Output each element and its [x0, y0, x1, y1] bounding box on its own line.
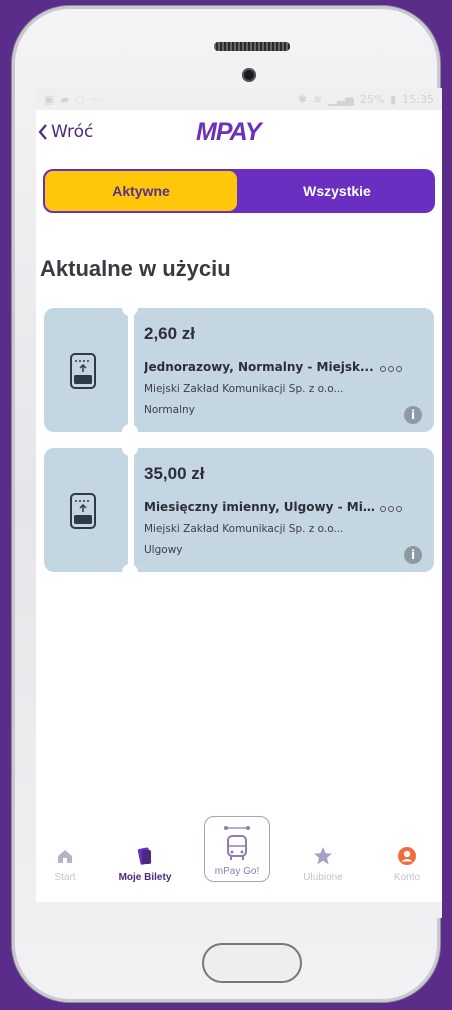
- bottom-tab-bar: Start Moje Bilety mPay Go! Ulubione Kont…: [36, 808, 442, 902]
- ticket-company: Miejski Zakład Komunikacji Sp. z o.o...: [144, 523, 344, 535]
- tab-start[interactable]: Start: [36, 808, 100, 898]
- ticket-icon: [70, 493, 96, 529]
- mpay-logo: MPAY: [196, 118, 262, 146]
- speaker-grille: [214, 42, 290, 51]
- ticket-stub: [44, 308, 128, 432]
- system-nav-strip: [36, 902, 442, 918]
- message-icon: ◌: [74, 92, 85, 106]
- ticket-company: Miejski Zakład Komunikacji Sp. z o.o...: [144, 383, 344, 395]
- tab-my-tickets[interactable]: Moje Bilety: [110, 808, 180, 898]
- tab-favorites[interactable]: Ulubione: [288, 808, 358, 898]
- home-icon: [58, 850, 72, 863]
- tickets-icon: [137, 847, 152, 865]
- tab-label: Start: [54, 872, 76, 883]
- ticket-type: Normalny: [144, 404, 195, 416]
- tab-all-tickets[interactable]: Wszystkie: [239, 169, 435, 213]
- ticket-card[interactable]: 35,00 zł Miesięczny imienny, Ulgowy - Mi…: [44, 446, 434, 574]
- back-button[interactable]: Wróć: [38, 122, 93, 142]
- ticket-price: 2,60 zł: [144, 324, 196, 343]
- front-camera: [242, 68, 256, 82]
- app-header: Wróć MPAY: [36, 110, 442, 156]
- tab-label: Ulubione: [303, 872, 343, 883]
- ticket-card[interactable]: 2,60 zł Jednorazowy, Normalny - Miejsk..…: [44, 306, 434, 434]
- tab-label: Konto: [393, 872, 421, 883]
- wifi-icon: ≋: [313, 92, 323, 106]
- tab-label: mPay Go!: [214, 866, 260, 877]
- gallery-icon: ▣: [44, 92, 55, 106]
- section-title: Aktualne w użyciu: [40, 256, 231, 281]
- ticket-name: Miesięczny imienny, Ulgowy - Mi...: [144, 500, 376, 514]
- star-icon: [314, 847, 332, 865]
- user-icon: [398, 847, 416, 865]
- battery-percent: 25%: [359, 92, 385, 106]
- bus-icon: [224, 826, 250, 860]
- chevron-left-icon: [38, 124, 47, 140]
- tab-active-tickets[interactable]: Aktywne: [43, 169, 239, 213]
- ticket-filter-segment: Aktywne Wszystkie: [43, 169, 435, 213]
- tab-mpay-go[interactable]: mPay Go!: [204, 816, 270, 882]
- bluetooth-icon: ✱: [297, 92, 308, 106]
- battery-icon: ▮: [390, 92, 397, 106]
- ticket-price: 35,00 zł: [144, 464, 205, 483]
- info-button[interactable]: i: [404, 546, 422, 564]
- tab-account[interactable]: Konto: [372, 808, 442, 898]
- tab-label: Moje Bilety: [118, 872, 172, 883]
- back-label: Wróć: [51, 122, 94, 142]
- info-button[interactable]: i: [404, 406, 422, 424]
- chat-icon: ▰: [60, 92, 69, 106]
- app-screen: ▣ ▰ ◌ ··· ✱ ≋ ▁▃▅ 25% ▮ 15:35 Wróć MPAY …: [36, 88, 442, 918]
- clock: 15:35: [402, 92, 434, 106]
- home-button[interactable]: [202, 943, 302, 983]
- ticket-menu-button[interactable]: [380, 366, 402, 372]
- status-bar: ▣ ▰ ◌ ··· ✱ ≋ ▁▃▅ 25% ▮ 15:35: [36, 88, 442, 110]
- ticket-icon: [70, 353, 96, 389]
- more-icon: ···: [90, 92, 101, 106]
- signal-icon: ▁▃▅: [328, 92, 354, 106]
- ticket-type: Ulgowy: [144, 544, 183, 556]
- ticket-menu-button[interactable]: [380, 506, 402, 512]
- ticket-stub: [44, 448, 128, 572]
- ticket-body: 35,00 zł Miesięczny imienny, Ulgowy - Mi…: [134, 448, 434, 572]
- ticket-name: Jednorazowy, Normalny - Miejsk...: [144, 360, 374, 374]
- ticket-body: 2,60 zł Jednorazowy, Normalny - Miejsk..…: [134, 308, 434, 432]
